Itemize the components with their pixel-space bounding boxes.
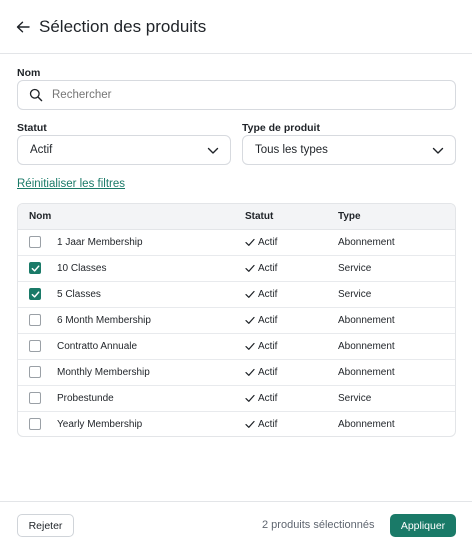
- table-row[interactable]: Contratto Annuale Actif Abonnement: [18, 334, 455, 360]
- product-type: Service: [338, 263, 372, 274]
- check-icon: [245, 238, 255, 246]
- product-status: Actif: [258, 341, 278, 352]
- product-type: Abonnement: [338, 419, 395, 430]
- check-icon: [245, 342, 255, 350]
- product-type: Abonnement: [338, 367, 395, 378]
- apply-button[interactable]: Appliquer: [390, 514, 456, 537]
- table-header: Nom Statut Type: [18, 204, 455, 230]
- table-row[interactable]: 1 Jaar Membership Actif Abonnement: [18, 230, 455, 256]
- product-selection-panel: Sélection des produits Nom Statut Type d…: [0, 0, 472, 547]
- row-checkbox[interactable]: [29, 392, 41, 404]
- row-checkbox[interactable]: [29, 340, 41, 352]
- product-status: Actif: [258, 315, 278, 326]
- reset-filters-link[interactable]: Réinitialiser les filtres: [17, 178, 125, 190]
- column-header-name: Nom: [29, 211, 52, 222]
- product-status: Actif: [258, 419, 278, 430]
- search-input[interactable]: [52, 89, 432, 101]
- reject-button[interactable]: Rejeter: [17, 514, 74, 537]
- product-status: Actif: [258, 367, 278, 378]
- status-select[interactable]: Actif: [17, 135, 231, 165]
- product-type: Abonnement: [338, 341, 395, 352]
- chevron-down-icon: [432, 147, 444, 154]
- row-checkbox[interactable]: [29, 236, 41, 248]
- type-filter-label: Type de produit: [242, 122, 320, 134]
- check-icon: [245, 394, 255, 402]
- status-select-value: Actif: [30, 144, 53, 156]
- product-type: Abonnement: [338, 315, 395, 326]
- search-icon: [29, 88, 43, 102]
- product-type: Abonnement: [338, 237, 395, 248]
- product-status: Actif: [258, 263, 278, 274]
- product-name: Contratto Annuale: [57, 341, 138, 352]
- row-checkbox[interactable]: [29, 366, 41, 378]
- table-row[interactable]: Monthly Membership Actif Abonnement: [18, 360, 455, 386]
- product-name: 6 Month Membership: [57, 315, 151, 326]
- row-checkbox[interactable]: [29, 314, 41, 326]
- name-filter-label: Nom: [17, 67, 41, 79]
- check-icon: [245, 264, 255, 272]
- product-status: Actif: [258, 289, 278, 300]
- page-title: Sélection des produits: [39, 17, 207, 36]
- check-icon: [245, 420, 255, 428]
- checkmark-icon: [31, 291, 40, 298]
- status-filter-label: Statut: [17, 122, 47, 134]
- product-type: Service: [338, 393, 372, 404]
- check-icon: [245, 368, 255, 376]
- product-name: 10 Classes: [57, 263, 107, 274]
- row-checkbox[interactable]: [29, 262, 41, 274]
- product-status: Actif: [258, 237, 278, 248]
- product-status: Actif: [258, 393, 278, 404]
- table-row[interactable]: Yearly Membership Actif Abonnement: [18, 412, 455, 436]
- check-icon: [245, 290, 255, 298]
- product-name: Probestunde: [57, 393, 114, 404]
- table-row[interactable]: 10 Classes Actif Service: [18, 256, 455, 282]
- products-table: Nom Statut Type 1 Jaar Membership Actif Ab…: [17, 203, 456, 437]
- type-select[interactable]: Tous les types: [242, 135, 456, 165]
- product-name: 1 Jaar Membership: [57, 237, 143, 248]
- type-select-value: Tous les types: [255, 144, 328, 156]
- table-row[interactable]: Probestunde Actif Service: [18, 386, 455, 412]
- checkmark-icon: [31, 265, 40, 272]
- arrow-left-icon: [16, 21, 30, 33]
- product-name: Yearly Membership: [57, 419, 143, 430]
- row-checkbox[interactable]: [29, 418, 41, 430]
- chevron-down-icon: [207, 147, 219, 154]
- product-name: Monthly Membership: [57, 367, 150, 378]
- panel-footer: Rejeter 2 produits sélectionnés Applique…: [0, 501, 472, 547]
- table-row[interactable]: 6 Month Membership Actif Abonnement: [18, 308, 455, 334]
- search-field[interactable]: [17, 80, 456, 110]
- back-button[interactable]: [12, 16, 34, 38]
- panel-header: Sélection des produits: [0, 0, 472, 54]
- row-checkbox[interactable]: [29, 288, 41, 300]
- column-header-status: Statut: [245, 211, 274, 222]
- selected-count: 2 produits sélectionnés: [262, 519, 375, 531]
- check-icon: [245, 316, 255, 324]
- product-name: 5 Classes: [57, 289, 101, 300]
- product-type: Service: [338, 289, 372, 300]
- table-row[interactable]: 5 Classes Actif Service: [18, 282, 455, 308]
- column-header-type: Type: [338, 211, 361, 222]
